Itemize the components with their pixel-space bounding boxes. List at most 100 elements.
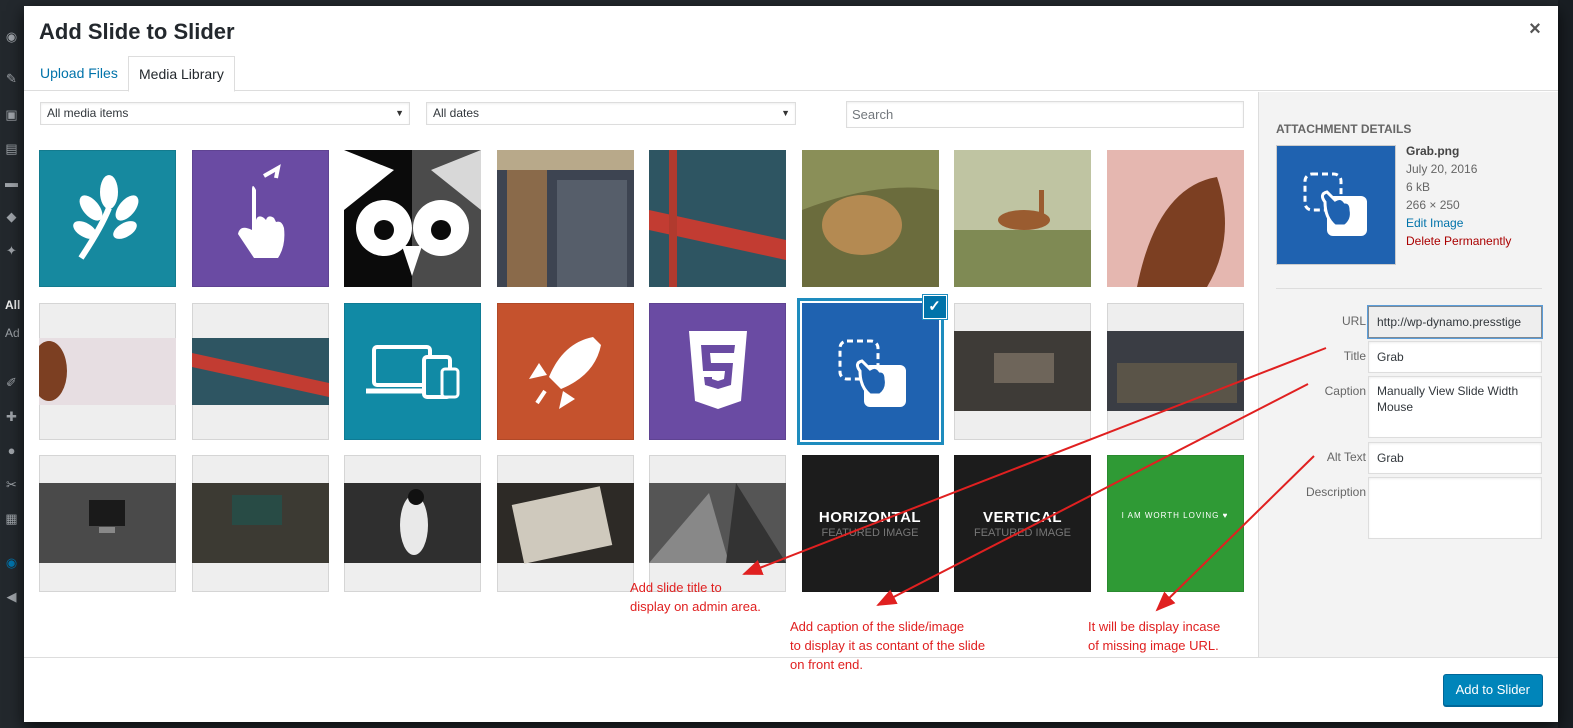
admin-menu-ad[interactable]: Ad (5, 326, 20, 340)
description-field[interactable] (1368, 477, 1542, 539)
plugins-icon[interactable]: ✚ (3, 410, 20, 424)
media-tile-horse-photo[interactable] (1106, 150, 1244, 287)
horse-banner-image (39, 337, 176, 405)
media-tile-rocket-icon[interactable] (496, 302, 634, 440)
media-tile-typewriter-banner[interactable] (191, 455, 329, 592)
users-icon[interactable]: ● (3, 444, 20, 458)
attachment-details-panel: ATTACHMENT DETAILS Grab.png July 20, 201… (1258, 92, 1558, 657)
media-tile-css3-icon[interactable] (649, 302, 786, 440)
media-icon[interactable]: ▣ (3, 108, 20, 122)
dropdown-arrow-icon: ▼ (781, 108, 790, 118)
media-tile-hand-icon[interactable] (191, 150, 329, 287)
media-tile-desk-banner[interactable] (39, 455, 176, 592)
appearance-icon[interactable]: ✐ (3, 376, 20, 390)
tile-card-subtitle: FEATURED IMAGE (974, 527, 1071, 539)
tile-card-title: HORIZONTAL (818, 509, 922, 526)
woman-banner-image (344, 483, 481, 563)
alt-text-annotation-line: It will be display incase (1088, 619, 1221, 634)
caption-annotation-line: on front end. (790, 657, 863, 672)
books-banner-image (1106, 330, 1244, 411)
settings-icon[interactable]: ▦ (3, 512, 20, 526)
building-photo-image (496, 150, 634, 287)
alt-text-annotation: It will be display incase of missing ima… (1088, 617, 1220, 655)
tab-media-library[interactable]: Media Library (128, 56, 235, 92)
laptop-banner-image (954, 330, 1091, 411)
date-filter-value: All dates (433, 106, 480, 120)
media-tile-bridge-photo[interactable] (649, 150, 786, 287)
media-tile-books-banner[interactable] (1106, 302, 1244, 440)
grab-icon-image (838, 339, 906, 407)
media-tile-notebook-banner[interactable] (496, 455, 634, 592)
tag-icon[interactable]: ◆ (3, 210, 20, 224)
pin-icon[interactable]: ✎ (3, 72, 20, 86)
media-tile-text-card[interactable]: HORIZONTAL FEATURED IMAGE (801, 455, 939, 592)
admin-menu-all[interactable]: All (5, 298, 20, 312)
devices-icon-image (366, 344, 460, 399)
search-input[interactable]: Search (846, 101, 1244, 128)
description-label: Description (1305, 485, 1366, 499)
antelope-photo-image (954, 150, 1091, 287)
css3-icon-image (689, 330, 747, 409)
alt-text-field[interactable]: Grab (1368, 442, 1542, 474)
tile-card-title: I AM WORTH LOVING ♥ (1121, 511, 1229, 520)
title-annotation-line: Add slide title to (630, 580, 722, 595)
tab-upload-files[interactable]: Upload Files (30, 56, 128, 92)
tile-card-subtitle: FEATURED IMAGE (821, 527, 919, 539)
media-tile-owl-graphic[interactable] (344, 150, 481, 287)
alt-text-label: Alt Text (1326, 450, 1366, 464)
media-tile-grab-icon[interactable] (801, 302, 939, 440)
attachment-thumbnail (1276, 145, 1396, 265)
media-grid: ✓ HORIZONTAL FEATURED IMAGE VERTICAL FEATURE… (39, 150, 1249, 600)
add-to-slider-button[interactable]: Add to Slider (1442, 674, 1543, 706)
modal-tabs: Upload Files Media Library (24, 54, 1558, 92)
pages-icon[interactable]: ▤ (3, 142, 20, 156)
media-tile-green-card[interactable]: I AM WORTH LOVING ♥ (1106, 455, 1244, 592)
horse-photo-image (1106, 150, 1244, 287)
media-tile-leaf-icon[interactable] (39, 150, 176, 287)
media-tile-lion-photo[interactable] (801, 150, 939, 287)
media-tile-woman-banner[interactable] (344, 455, 481, 592)
tools-icon[interactable]: ✂ (3, 478, 20, 492)
details-heading: ATTACHMENT DETAILS (1276, 122, 1412, 136)
media-tile-antelope-photo[interactable] (954, 150, 1091, 287)
caption-field[interactable]: Manually View Slide Width Mouse (1368, 376, 1542, 438)
pushpin-icon[interactable]: ✦ (3, 244, 20, 258)
selected-check-icon[interactable]: ✓ (922, 294, 947, 319)
media-type-filter[interactable]: All media items ▼ (40, 102, 410, 125)
edit-image-link[interactable]: Edit Image (1406, 214, 1511, 232)
lion-photo-image (801, 150, 939, 287)
hand-icon-image (237, 164, 284, 258)
media-tile-laptop-banner[interactable] (954, 302, 1091, 440)
notebook-banner-image (496, 483, 634, 564)
media-tile-devices-icon[interactable] (344, 302, 481, 440)
media-modal: Add Slide to Slider × Upload Files Media… (24, 6, 1558, 722)
file-size: 6 kB (1406, 180, 1431, 194)
media-tile-building-photo[interactable] (496, 150, 634, 287)
bridge-banner-image (191, 337, 329, 405)
title-annotation-line: display on admin area. (630, 599, 761, 614)
media-tile-buildings-banner[interactable] (649, 455, 786, 592)
file-name: Grab.png (1406, 144, 1460, 158)
media-tile-horse-banner[interactable] (39, 302, 176, 440)
comments-icon[interactable]: ▬ (3, 176, 20, 190)
bridge-photo-image (649, 150, 786, 287)
details-divider (1276, 288, 1542, 289)
title-field[interactable]: Grab (1368, 341, 1542, 373)
date-filter[interactable]: All dates ▼ (426, 102, 796, 125)
delete-permanently-link[interactable]: Delete Permanently (1406, 232, 1511, 250)
url-field[interactable]: http://wp-dynamo.presstige (1368, 306, 1542, 338)
media-type-value: All media items (47, 106, 129, 120)
upload-date: July 20, 2016 (1406, 162, 1478, 176)
image-dimensions: 266 × 250 (1406, 198, 1460, 212)
collapse-icon[interactable]: ◀ (3, 590, 20, 604)
dashboard-icon[interactable]: ◉ (3, 30, 20, 44)
modal-title: Add Slide to Slider (39, 19, 235, 44)
typewriter-banner-image (191, 483, 329, 563)
slider-icon[interactable]: ◉ (3, 556, 20, 570)
media-tile-bridge-banner[interactable] (191, 302, 329, 440)
close-icon[interactable]: × (1526, 19, 1544, 39)
caption-annotation-line: Add caption of the slide/image (790, 619, 965, 634)
attachment-meta: Grab.png July 20, 2016 6 kB 266 × 250 Ed… (1406, 142, 1511, 250)
backdrop-edge (1558, 0, 1573, 728)
media-tile-text-card[interactable]: VERTICAL FEATURED IMAGE (954, 455, 1091, 592)
